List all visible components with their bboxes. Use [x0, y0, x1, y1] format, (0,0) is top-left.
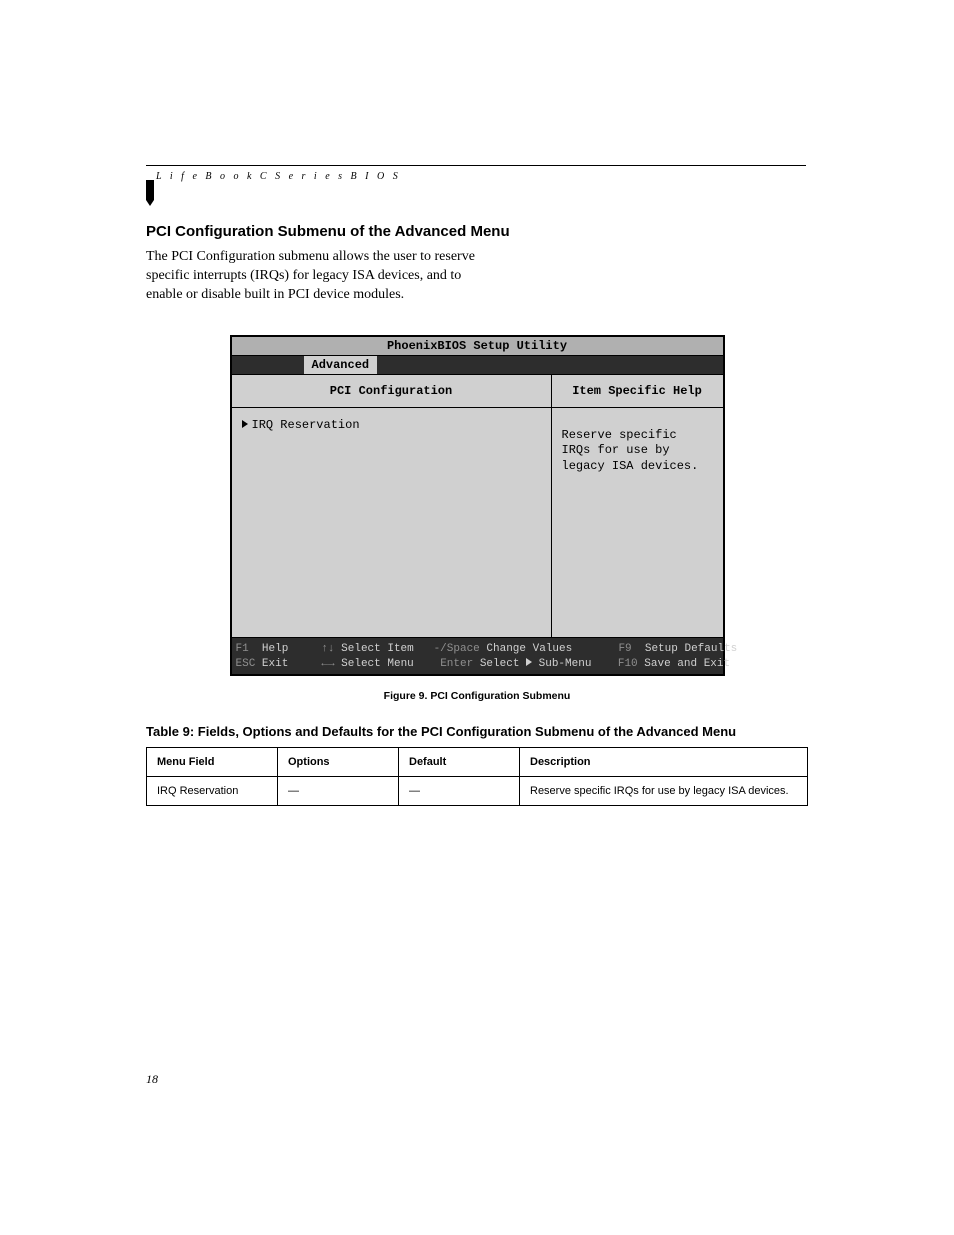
bios-left-content: IRQ Reservation: [232, 408, 551, 442]
cell-default: —: [399, 777, 520, 806]
label-select-menu: Select Menu: [341, 657, 414, 672]
bios-footer-row-1: F1 Help ↑↓ Select Item -/Space Change Va…: [236, 642, 719, 657]
bios-left-panel: PCI Configuration IRQ Reservation: [232, 375, 552, 637]
th-menu-field: Menu Field: [147, 748, 278, 777]
fields-table: Menu Field Options Default Description I…: [146, 747, 808, 806]
table-row: IRQ Reservation — — Reserve specific IRQ…: [147, 777, 808, 806]
bios-menu-bar: Advanced: [232, 356, 723, 375]
bios-title-bar: PhoenixBIOS Setup Utility: [232, 337, 723, 356]
th-description: Description: [520, 748, 808, 777]
th-default: Default: [399, 748, 520, 777]
table-header-row: Menu Field Options Default Description: [147, 748, 808, 777]
label-change-values: Change Values: [486, 642, 572, 657]
key-f10: F10: [618, 657, 638, 672]
bios-right-header: Item Specific Help: [552, 375, 723, 408]
key-f1: F1: [236, 642, 249, 657]
triangle-right-icon: [242, 420, 248, 428]
key-esc: ESC: [236, 657, 256, 672]
bios-left-header: PCI Configuration: [232, 375, 551, 408]
tab-advanced[interactable]: Advanced: [304, 356, 378, 374]
th-options: Options: [278, 748, 399, 777]
bios-right-panel: Item Specific Help Reserve specific IRQs…: [552, 375, 723, 637]
table-title: Table 9: Fields, Options and Defaults fo…: [146, 724, 808, 739]
bios-footer-row-2: ESC Exit ←→ Select Menu Enter Select Sub…: [236, 657, 719, 672]
running-header-text: L i f e B o o k C S e r i e s B I O S: [156, 171, 401, 182]
running-header: L i f e B o o k C S e r i e s B I O S: [146, 165, 806, 182]
bios-footer: F1 Help ↑↓ Select Item -/Space Change Va…: [232, 638, 723, 675]
key-f9: F9: [618, 642, 631, 657]
section-intro: The PCI Configuration submenu allows the…: [146, 248, 486, 305]
section-title: PCI Configuration Submenu of the Advance…: [146, 223, 808, 240]
key-updown: ↑↓: [321, 642, 334, 657]
label-exit: Exit: [262, 657, 288, 672]
key-enter: Enter: [440, 657, 473, 672]
figure-caption: Figure 9. PCI Configuration Submenu: [146, 690, 808, 702]
label-select-submenu: Select Sub-Menu: [480, 657, 592, 672]
page-number: 18: [146, 1072, 158, 1087]
bios-body: PCI Configuration IRQ Reservation Item S…: [232, 375, 723, 638]
label-select-item: Select Item: [341, 642, 414, 657]
submenu-irq-reservation[interactable]: IRQ Reservation: [242, 418, 541, 432]
submenu-label: IRQ Reservation: [252, 418, 360, 432]
label-help: Help: [262, 642, 288, 657]
header-tick-icon: [146, 180, 160, 206]
bios-help-text: Reserve specific IRQs for use by legacy …: [552, 408, 723, 485]
label-save-exit: Save and Exit: [644, 657, 730, 672]
document-page: L i f e B o o k C S e r i e s B I O S PC…: [0, 0, 954, 1235]
cell-options: —: [278, 777, 399, 806]
bios-window: PhoenixBIOS Setup Utility Advanced PCI C…: [230, 335, 725, 677]
cell-description: Reserve specific IRQs for use by legacy …: [520, 777, 808, 806]
cell-menu-field: IRQ Reservation: [147, 777, 278, 806]
bios-screenshot: PhoenixBIOS Setup Utility Advanced PCI C…: [230, 335, 725, 677]
key-minus-space: -/Space: [434, 642, 480, 657]
key-leftright: ←→: [321, 657, 334, 672]
label-setup-defaults: Setup Defaults: [645, 642, 737, 657]
